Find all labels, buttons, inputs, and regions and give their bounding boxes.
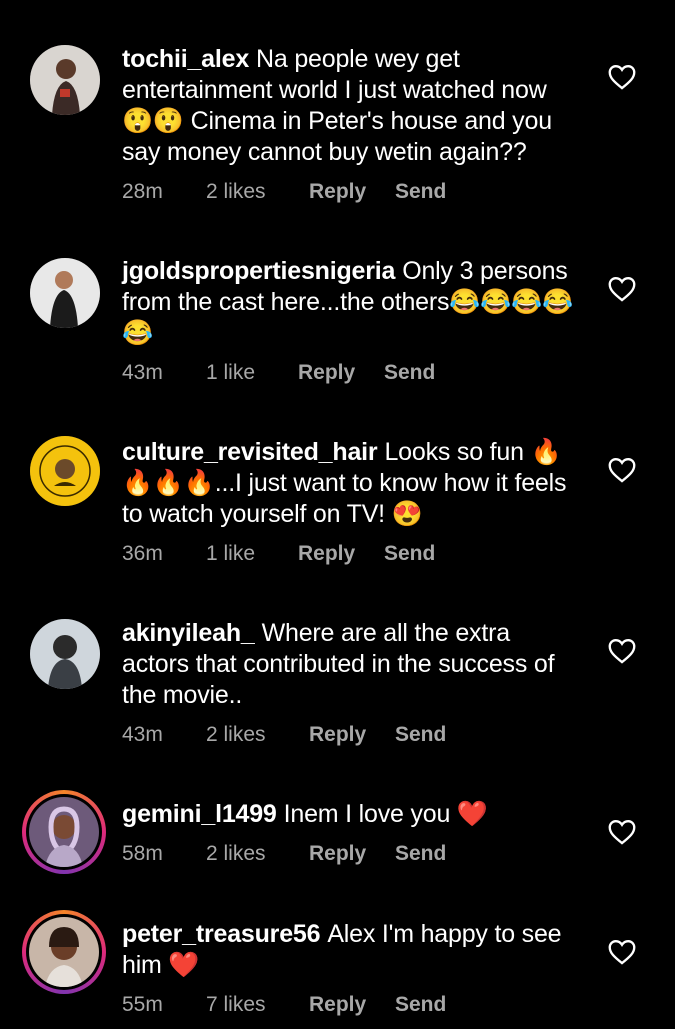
comment-time: 58m — [122, 842, 163, 865]
comment-body: gemini_l1499 Inem I love you ❤️ — [122, 799, 582, 830]
comment-likes[interactable]: 2 likes — [206, 723, 309, 747]
avatar-image — [29, 797, 99, 867]
comment-meta: 28m 2 likes Reply Send — [122, 180, 446, 204]
reply-button[interactable]: Reply — [309, 993, 395, 1017]
comment-time: 55m — [122, 993, 163, 1016]
reply-button[interactable]: Reply — [309, 723, 395, 747]
avatar-image — [30, 45, 100, 115]
avatar — [26, 794, 102, 870]
comment-likes[interactable]: 2 likes — [206, 842, 309, 866]
heart-outline-icon[interactable] — [608, 638, 636, 664]
comment-body: jgoldspropertiesnigeria Only 3 persons fr… — [122, 256, 582, 349]
comment-username[interactable]: tochii_alex — [122, 45, 249, 73]
heart-outline-icon[interactable] — [608, 276, 636, 302]
heart-outline-icon[interactable] — [608, 64, 636, 90]
comment-text: Inem I love you ❤️ — [283, 800, 488, 828]
reply-button[interactable]: Reply — [298, 542, 384, 566]
avatar[interactable] — [30, 258, 100, 328]
comment-likes[interactable]: 1 like — [206, 361, 298, 385]
send-button[interactable]: Send — [395, 723, 446, 747]
reply-button[interactable]: Reply — [309, 842, 395, 866]
comment-meta: 55m 7 likes Reply Send — [122, 993, 446, 1017]
reply-button[interactable]: Reply — [309, 180, 395, 204]
comment-likes[interactable]: 7 likes — [206, 993, 309, 1017]
send-button[interactable]: Send — [395, 993, 446, 1017]
avatar-image — [30, 436, 100, 506]
comment-username[interactable]: gemini_l1499 — [122, 800, 277, 828]
comment-username[interactable]: jgoldspropertiesnigeria — [122, 257, 395, 285]
comment-body: tochii_alex Na people wey get entertainme… — [122, 44, 582, 168]
comment-body: peter_treasure56 Alex I'm happy to see hi… — [122, 919, 582, 981]
heart-outline-icon[interactable] — [608, 939, 636, 965]
comment-meta: 43m 1 like Reply Send — [122, 361, 435, 385]
comment-body: culture_revisited_hair Looks so fun 🔥🔥🔥🔥.… — [122, 437, 582, 530]
avatar-image — [30, 258, 100, 328]
send-button[interactable]: Send — [395, 180, 446, 204]
send-button[interactable]: Send — [384, 542, 435, 566]
avatar-image — [29, 917, 99, 987]
comment-likes[interactable]: 1 like — [206, 542, 298, 566]
comment-time: 36m — [122, 542, 163, 565]
avatar-story-ring[interactable] — [22, 910, 106, 994]
avatar-image — [30, 619, 100, 689]
comment-meta: 36m 1 like Reply Send — [122, 542, 435, 566]
send-button[interactable]: Send — [395, 842, 446, 866]
avatar-story-ring[interactable] — [22, 790, 106, 874]
reply-button[interactable]: Reply — [298, 361, 384, 385]
heart-outline-icon[interactable] — [608, 457, 636, 483]
comment-meta: 43m 2 likes Reply Send — [122, 723, 446, 747]
comment-username[interactable]: akinyileah_ — [122, 619, 255, 647]
avatar[interactable] — [30, 436, 100, 506]
avatar — [26, 914, 102, 990]
comment-time: 43m — [122, 723, 163, 746]
send-button[interactable]: Send — [384, 361, 435, 385]
comment-username[interactable]: culture_revisited_hair — [122, 438, 378, 466]
avatar[interactable] — [30, 45, 100, 115]
comment-username[interactable]: peter_treasure56 — [122, 920, 321, 948]
avatar[interactable] — [30, 619, 100, 689]
comment-body: akinyileah_ Where are all the extra actor… — [122, 618, 582, 711]
comment-time: 28m — [122, 180, 163, 203]
heart-outline-icon[interactable] — [608, 819, 636, 845]
comment-likes[interactable]: 2 likes — [206, 180, 309, 204]
comment-time: 43m — [122, 361, 163, 384]
comment-meta: 58m 2 likes Reply Send — [122, 842, 446, 866]
